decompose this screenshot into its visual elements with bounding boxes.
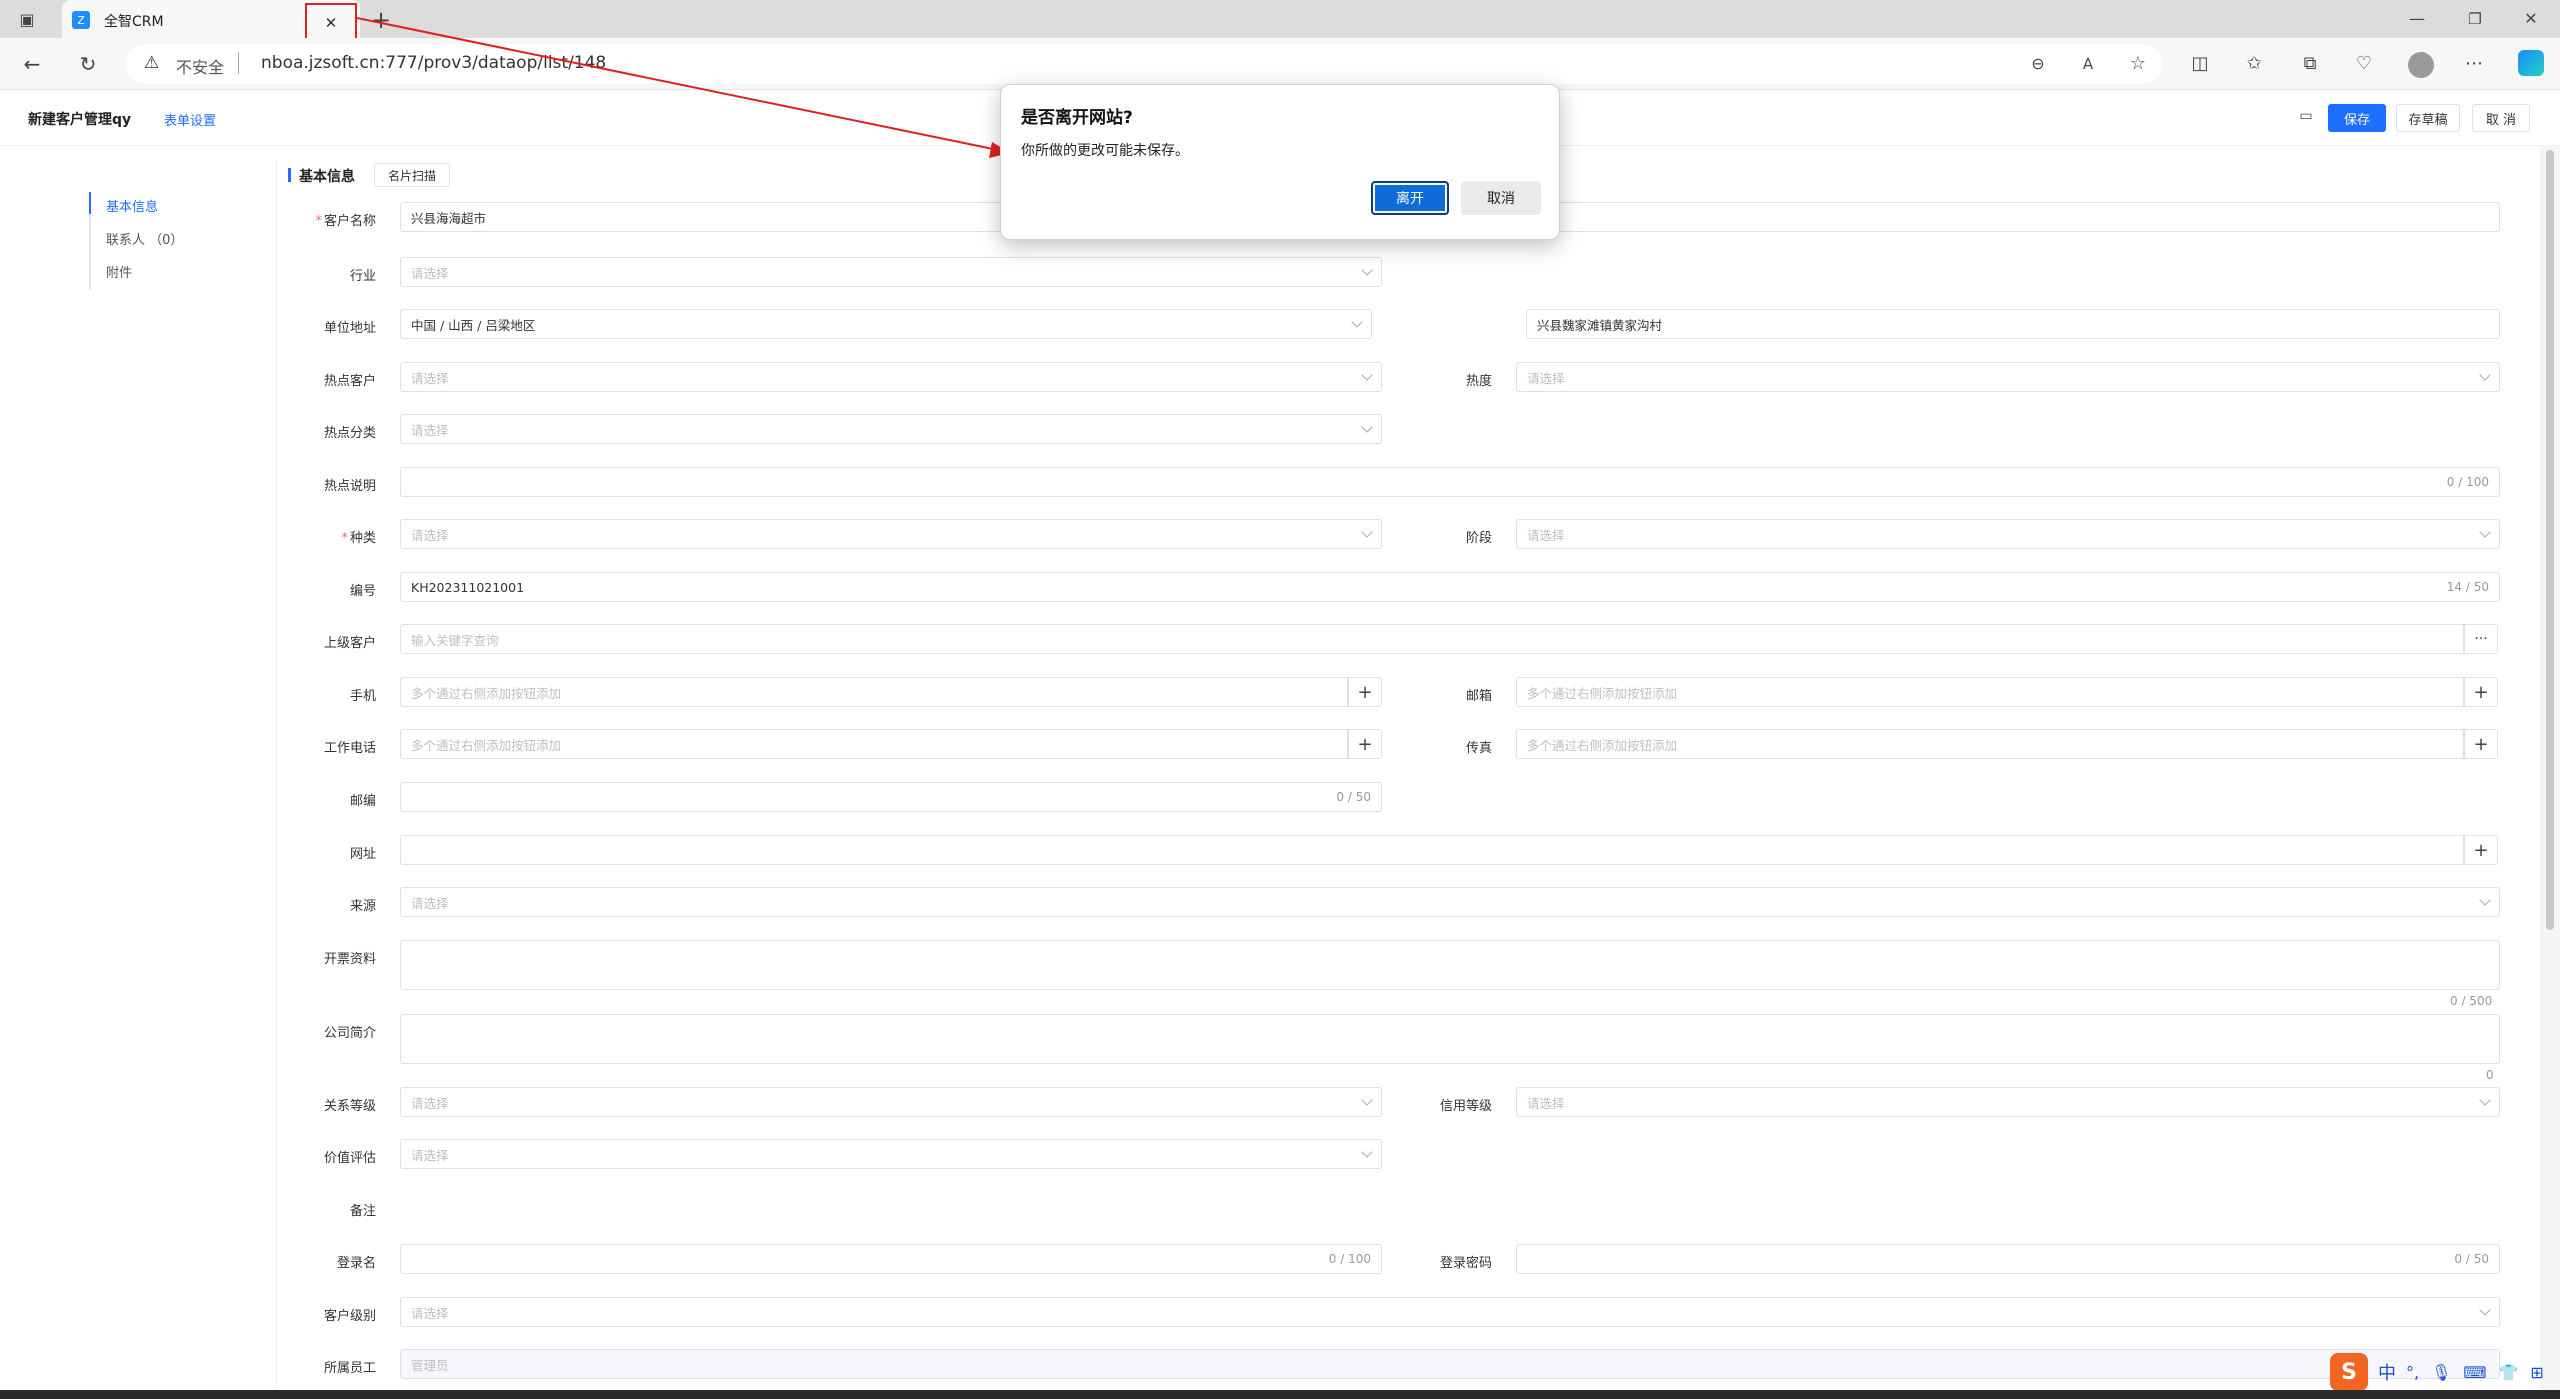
ime-toolbar: S 中 °, 🎙 ⌨ 👕 ⊞ — [2330, 1352, 2560, 1392]
ime-lang[interactable]: 中 — [2378, 1359, 2396, 1385]
os-taskbar — [0, 1390, 2560, 1399]
dialog-title: 是否离开网站? — [1021, 108, 1133, 128]
leave-button[interactable]: 离开 — [1371, 181, 1449, 215]
dialog-message: 你所做的更改可能未保存。 — [1021, 143, 1189, 159]
keyboard-icon[interactable]: ⌨ — [2463, 1363, 2486, 1382]
microphone-icon[interactable]: 🎙 — [2431, 1363, 2451, 1382]
dialog-cancel-button[interactable]: 取消 — [1461, 181, 1541, 215]
toolbox-icon[interactable]: ⊞ — [2530, 1363, 2543, 1382]
skin-icon[interactable]: 👕 — [2499, 1363, 2519, 1382]
punctuation-icon[interactable]: °, — [2406, 1363, 2419, 1382]
leave-site-dialog: 是否离开网站? 你所做的更改可能未保存。 离开 取消 — [1000, 84, 1560, 240]
sogou-ime-icon[interactable]: S — [2330, 1353, 2368, 1391]
